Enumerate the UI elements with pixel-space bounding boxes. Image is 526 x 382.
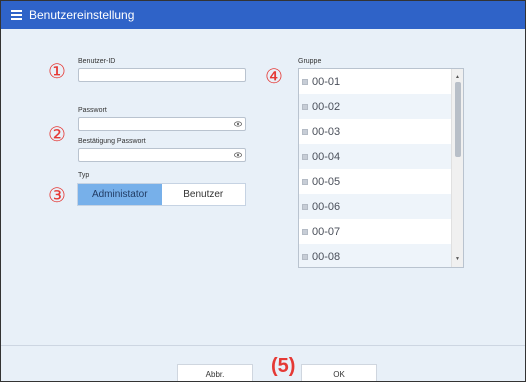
type-option-administrator[interactable]: Administator — [78, 184, 162, 205]
password-input[interactable] — [78, 117, 246, 131]
group-item-label: 00-04 — [312, 150, 341, 163]
group-item-label: 00-06 — [312, 200, 341, 213]
group-list: 00-01 00-02 00-03 00-04 00-05 00-06 00-0… — [298, 68, 464, 268]
checkbox-icon[interactable] — [302, 103, 308, 110]
annotation-marker-1: ① — [48, 59, 66, 83]
group-item-label: 00-02 — [312, 100, 341, 113]
checkbox-icon[interactable] — [302, 78, 308, 85]
annotation-marker-5: (5) — [271, 355, 296, 377]
checkbox-icon[interactable] — [302, 253, 308, 260]
group-item[interactable]: 00-01 — [299, 69, 452, 94]
group-item-label: 00-05 — [312, 175, 341, 188]
type-segmented-control: Administator Benutzer — [77, 183, 246, 206]
show-password-eye-icon[interactable] — [234, 121, 242, 127]
dialog-footer: Abbr. OK — [1, 345, 525, 381]
confirm-password-label: Bestätigung Passwort — [78, 138, 146, 145]
annotation-marker-3: ③ — [48, 183, 66, 207]
checkbox-icon[interactable] — [302, 228, 308, 235]
scroll-down-arrow-icon[interactable]: ▼ — [455, 256, 460, 262]
user-id-label: Benutzer-ID — [78, 58, 116, 65]
group-item-label: 00-03 — [312, 125, 341, 138]
hamburger-menu-icon[interactable] — [5, 1, 27, 29]
title-bar: Benutzereinstellung — [1, 1, 525, 29]
checkbox-icon[interactable] — [302, 153, 308, 160]
checkbox-icon[interactable] — [302, 178, 308, 185]
group-label: Gruppe — [298, 58, 322, 65]
confirm-password-input[interactable] — [78, 148, 246, 162]
group-item[interactable]: 00-05 — [299, 169, 452, 194]
user-settings-window: Benutzereinstellung ① Benutzer-ID ② Pass… — [0, 0, 526, 382]
scrollbar-thumb[interactable] — [455, 82, 461, 157]
window-title: Benutzereinstellung — [29, 8, 135, 22]
cancel-button[interactable]: Abbr. — [177, 364, 253, 381]
group-item[interactable]: 00-06 — [299, 194, 452, 219]
group-item-label: 00-08 — [312, 250, 341, 263]
ok-button[interactable]: OK — [301, 364, 377, 381]
annotation-marker-4: ④ — [265, 64, 283, 88]
group-list-scrollbar[interactable]: ▲ ▼ — [451, 69, 463, 267]
checkbox-icon[interactable] — [302, 128, 308, 135]
group-item[interactable]: 00-02 — [299, 94, 452, 119]
group-item-label: 00-01 — [312, 75, 341, 88]
group-item-label: 00-07 — [312, 225, 341, 238]
annotation-marker-2: ② — [48, 122, 66, 146]
user-id-input[interactable] — [78, 68, 246, 82]
group-item[interactable]: 00-07 — [299, 219, 452, 244]
group-item[interactable]: 00-08 — [299, 244, 452, 267]
checkbox-icon[interactable] — [302, 203, 308, 210]
show-confirm-password-eye-icon[interactable] — [234, 152, 242, 158]
group-item[interactable]: 00-03 — [299, 119, 452, 144]
password-label: Passwort — [78, 107, 107, 114]
type-label: Typ — [78, 172, 90, 179]
scroll-up-arrow-icon[interactable]: ▲ — [455, 74, 460, 80]
type-option-user[interactable]: Benutzer — [161, 184, 245, 205]
group-item[interactable]: 00-04 — [299, 144, 452, 169]
